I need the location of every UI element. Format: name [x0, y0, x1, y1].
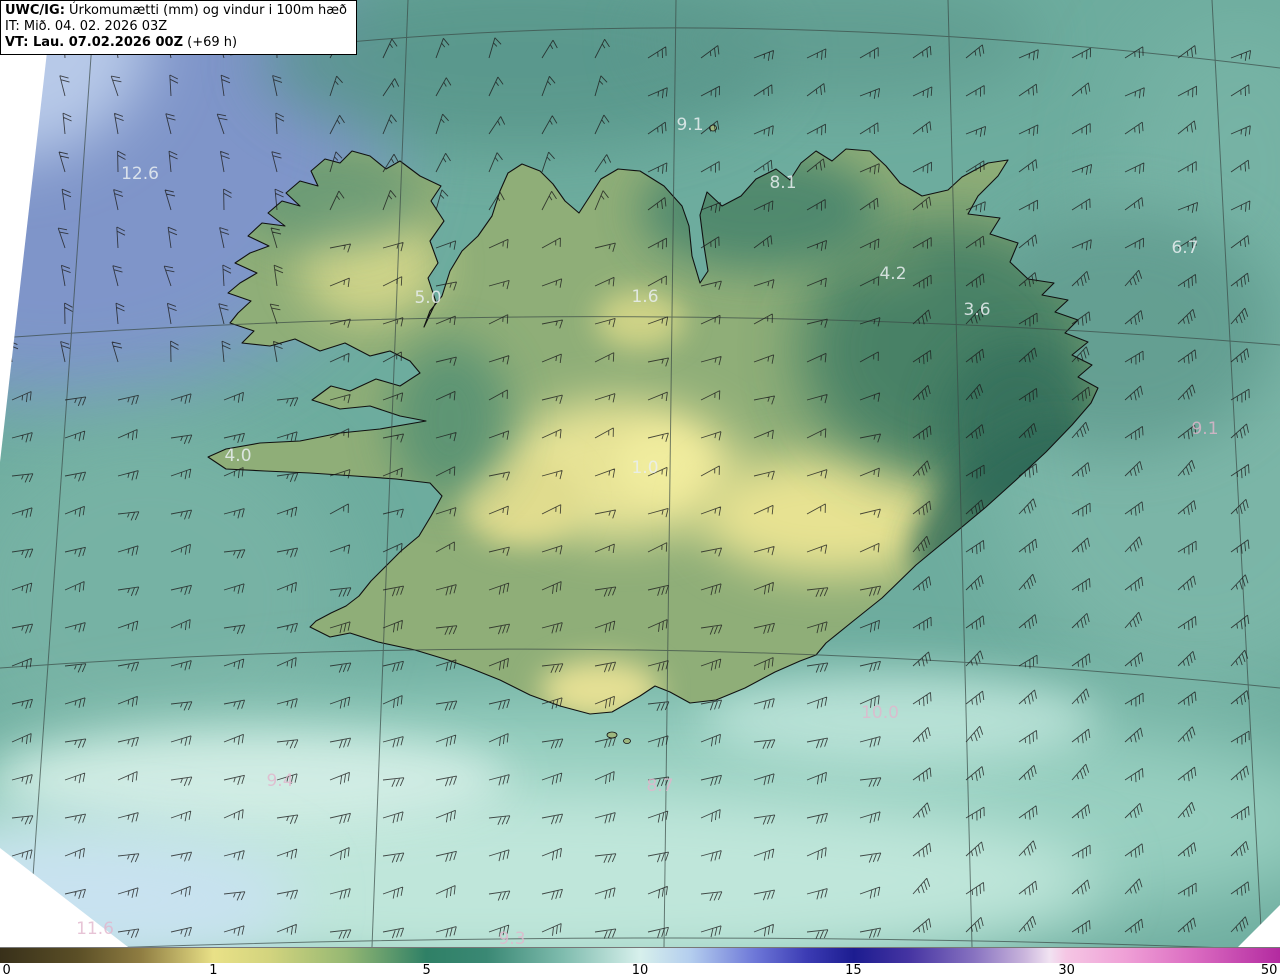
product-id: UWC/IG: — [5, 3, 65, 18]
title-line: UWC/IG: Úrkomumætti (mm) og vindur i 100… — [5, 3, 347, 19]
weather-chart-page: 12.6 9.1 8.1 6.7 4.2 3.6 5.0 1.6 4.0 1.0 9.1 10.0 9.… — [0, 0, 1280, 978]
precip-value-label: 5.0 — [414, 288, 441, 308]
precip-value-label: 12.6 — [121, 164, 159, 184]
precip-value-label: 8.1 — [769, 173, 796, 193]
precip-value-label: 9.1 — [1191, 419, 1218, 439]
precip-value-label: 1.0 — [631, 458, 658, 478]
forecast-lead: (+69 h) — [187, 35, 238, 50]
precip-value-label: 9.4 — [266, 771, 293, 791]
colorbar-tick: 50 — [1260, 963, 1278, 978]
init-time-line: IT: Mið. 04. 02. 2026 03Z — [5, 19, 168, 34]
map-area: 12.6 9.1 8.1 6.7 4.2 3.6 5.0 1.6 4.0 1.0 9.1 10.0 9.… — [0, 0, 1280, 947]
precip-value-label: 8.7 — [646, 776, 673, 796]
page-title: Úrkomumætti (mm) og vindur i 100m hæð — [69, 3, 347, 18]
colorbar-tick: 30 — [1058, 963, 1075, 978]
valid-time-line: VT: Lau. 07.02.2026 00Z (+69 h) — [5, 35, 347, 51]
colorbar-tick: 1 — [209, 963, 218, 978]
colorbar-tick: 15 — [845, 963, 862, 978]
colorbar-tick: 0 — [2, 963, 11, 978]
valid-time: VT: Lau. 07.02.2026 00Z — [5, 35, 184, 50]
precip-value-label: 9.3 — [498, 929, 525, 947]
map-svg: 12.6 9.1 8.1 6.7 4.2 3.6 5.0 1.6 4.0 1.0 9.1 10.0 9.… — [0, 0, 1280, 947]
precip-value-label: 6.7 — [1171, 238, 1198, 258]
colorbar-tick: 10 — [631, 963, 649, 978]
precip-value-label: 9.1 — [676, 115, 703, 135]
colorbar-gradient — [0, 947, 1280, 963]
precip-value-label: 4.2 — [879, 264, 906, 284]
title-box: UWC/IG: Úrkomumætti (mm) og vindur i 100… — [0, 0, 357, 55]
precip-value-label: 4.0 — [224, 446, 251, 466]
precip-value-label: 3.6 — [963, 300, 990, 320]
precip-value-label: 1.6 — [631, 287, 658, 307]
precip-value-label: 10.0 — [861, 703, 899, 723]
precip-value-label: 11.6 — [76, 919, 114, 939]
colorbar-tick: 5 — [422, 963, 431, 978]
colorbar-ticks: 0 1 5 10 15 30 50 — [0, 963, 1280, 978]
